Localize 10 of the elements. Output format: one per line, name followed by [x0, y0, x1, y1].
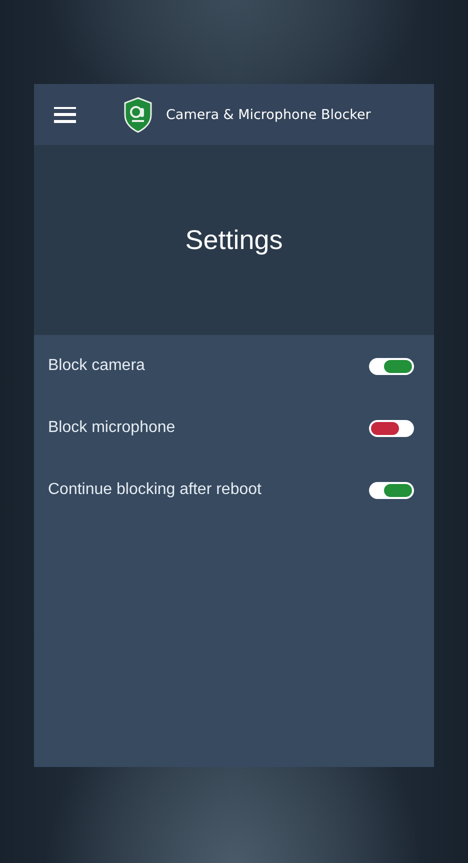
page-title: Settings — [185, 224, 283, 256]
setting-label: Continue blocking after reboot — [48, 481, 262, 499]
toggle-switch[interactable] — [369, 420, 414, 436]
toggle-switch[interactable] — [369, 358, 414, 374]
menu-icon[interactable] — [54, 106, 76, 122]
setting-label: Block camera — [48, 357, 145, 375]
toggle-switch[interactable] — [369, 482, 414, 498]
setting-label: Block microphone — [48, 419, 176, 437]
app-title: Camera & Microphone Blocker — [166, 106, 371, 122]
shield-logo-icon — [123, 96, 153, 132]
